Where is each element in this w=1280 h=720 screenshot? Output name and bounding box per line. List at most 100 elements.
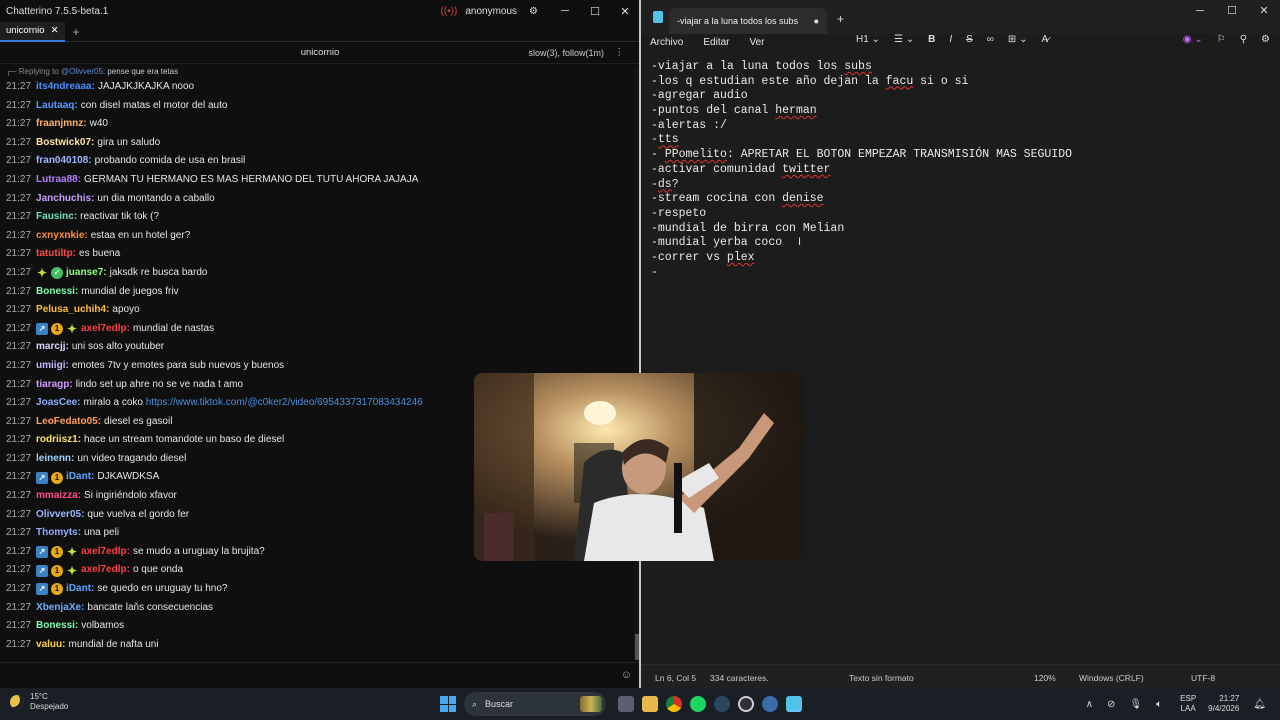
message-username[interactable]: JoasCee:: [36, 394, 80, 413]
unsaved-dot-icon[interactable]: ●: [814, 16, 819, 26]
message-username[interactable]: umiigi:: [36, 357, 69, 376]
arrow-badge-icon[interactable]: ↗: [36, 546, 49, 559]
minimize-button[interactable]: ─: [550, 5, 580, 17]
np-close-button[interactable]: ✕: [1248, 0, 1280, 22]
message-username[interactable]: rodriisz1:: [36, 431, 81, 450]
chat-message[interactable]: 21:27 ↗ 1 ✦ axel7edlp: mundial de nastas: [6, 320, 634, 339]
tab-unicornio[interactable]: unicornio ✕: [0, 21, 65, 42]
message-username[interactable]: Bonessi:: [36, 283, 78, 302]
chat-message[interactable]: 21:27 ✦ ✓ juanse7: jaksdk re busca bardo: [6, 264, 634, 283]
star-badge-icon[interactable]: ✦: [66, 546, 78, 558]
account-name[interactable]: anonymous: [465, 6, 517, 17]
editor-line[interactable]: -ds?: [651, 178, 1270, 193]
language-indicator[interactable]: ESP LAA: [1180, 694, 1196, 714]
np-settings-icon[interactable]: ⚙: [1261, 34, 1270, 45]
chat-input[interactable]: ☺: [0, 662, 640, 688]
bold-icon[interactable]: B: [928, 34, 935, 45]
editor-line[interactable]: -tts: [651, 133, 1270, 148]
message-username[interactable]: tiaragp:: [36, 376, 73, 395]
np-minimize-button[interactable]: ─: [1184, 0, 1216, 22]
channel-name[interactable]: unicornio: [301, 47, 340, 58]
chat-message[interactable]: 21:27 ↗ 1 ✦ axel7edlp: o que onda: [6, 561, 634, 580]
message-username[interactable]: marcjj:: [36, 338, 69, 357]
list-icon[interactable]: ☰ ⌄: [894, 34, 914, 45]
chat-message[interactable]: 21:27 XbenjaXe: bancate laňs consecuencias: [6, 599, 634, 618]
line-ending[interactable]: Windows (CRLF): [1079, 673, 1144, 683]
star-badge-icon[interactable]: ✦: [36, 267, 48, 279]
editor-line[interactable]: -agregar audio: [651, 89, 1270, 104]
start-windows-icon[interactable]: [440, 696, 456, 712]
maximize-button[interactable]: ☐: [580, 5, 610, 18]
chat-message[interactable]: 21:27 Lutraa88: GERMAN TU HERMANO ES MAS H…: [6, 171, 634, 190]
obs-icon[interactable]: [738, 696, 754, 712]
emote-picker-icon[interactable]: ☺: [621, 669, 632, 681]
chat-message[interactable]: 21:27 ↗ 1 iDant: se quedo en uruguay tu hno?: [6, 580, 634, 599]
tray-chevron-icon[interactable]: ∧: [1086, 699, 1093, 710]
chat-message[interactable]: 21:27 its4ndreaaa: JAJAJKJKAJKA nooo: [6, 78, 634, 97]
megaphone-icon[interactable]: ⚐: [1217, 34, 1226, 45]
clear-format-icon[interactable]: A̷: [1041, 34, 1048, 45]
arrow-badge-icon[interactable]: ↗: [36, 583, 49, 596]
chat-message[interactable]: 21:27 Bostwick07: gira un saludo: [6, 134, 634, 153]
message-username[interactable]: Bostwick07:: [36, 134, 94, 153]
editor-line[interactable]: -puntos del canal herman: [651, 104, 1270, 119]
chat-message[interactable]: 21:27 valuu: mundial de nafta uni: [6, 636, 634, 655]
taskbar-clock[interactable]: 21:27 9/4/2026: [1208, 694, 1239, 714]
message-username[interactable]: axel7edlp:: [81, 561, 130, 580]
live-indicator-icon[interactable]: ((•)): [441, 6, 458, 17]
message-username[interactable]: Bonessi:: [36, 617, 78, 636]
star-badge-icon[interactable]: ✦: [66, 565, 78, 577]
volume-icon[interactable]: 🔈︎: [1156, 699, 1162, 710]
message-username[interactable]: XbenjaXe:: [36, 599, 84, 618]
notifications-bell-icon[interactable]: 🔔︎: [1253, 699, 1266, 710]
message-username[interactable]: LeoFedato05:: [36, 413, 101, 432]
editor-line[interactable]: -mundial yerba coco: [651, 236, 1270, 251]
star-badge-icon[interactable]: ✦: [66, 323, 78, 335]
message-link[interactable]: https://www.tiktok.com/@c0ker2/video/695…: [146, 394, 423, 413]
zoom-level[interactable]: 120%: [1034, 673, 1056, 683]
message-username[interactable]: iDant:: [66, 580, 94, 599]
menu-editar[interactable]: Editar: [703, 37, 729, 48]
message-username[interactable]: Janchuchis:: [36, 190, 94, 209]
chat-message[interactable]: 21:27 Bonessi: mundial de juegos friv: [6, 283, 634, 302]
message-username[interactable]: iDant:: [66, 468, 94, 487]
message-username[interactable]: cxnyxnkie:: [36, 227, 88, 246]
microphone-icon[interactable]: 🎙︎: [1129, 699, 1142, 710]
weather-widget[interactable]: 15°C Despejado: [10, 692, 68, 712]
chat-message[interactable]: 21:27 Janchuchis: un dia montando a caball…: [6, 190, 634, 209]
menu-archivo[interactable]: Archivo: [650, 37, 683, 48]
editor-line[interactable]: -correr vs plex: [651, 251, 1270, 266]
editor-line[interactable]: -respeto: [651, 207, 1270, 222]
verif-badge-icon[interactable]: ✓: [51, 267, 64, 280]
editor-line[interactable]: -mundial de birra con Melian: [651, 222, 1270, 237]
chat-message[interactable]: 21:27 marcjj: uni sos alto youtuber: [6, 338, 634, 357]
one-badge-icon[interactable]: 1: [51, 471, 64, 484]
chat-message[interactable]: 21:27 Fausinc: reactivar tik tok (?: [6, 208, 634, 227]
message-username[interactable]: Lutraa88:: [36, 171, 81, 190]
steam-icon[interactable]: [714, 696, 730, 712]
message-username[interactable]: Pelusa_uchih4:: [36, 301, 109, 320]
network-off-icon[interactable]: ⊘: [1107, 699, 1115, 710]
close-button[interactable]: ✕: [610, 5, 640, 18]
link-icon[interactable]: ∞: [987, 34, 994, 45]
chat-message[interactable]: 21:27 fran040108: probando comida de usa e…: [6, 152, 634, 171]
message-username[interactable]: Olivver05:: [36, 506, 84, 525]
one-badge-icon[interactable]: 1: [51, 583, 64, 596]
message-username[interactable]: juanse7:: [66, 264, 107, 283]
editor-line[interactable]: -viajar a la luna todos los subs: [651, 60, 1270, 75]
one-badge-icon[interactable]: 1: [51, 546, 64, 559]
taskbar-search[interactable]: ⌕ Buscar: [464, 692, 606, 716]
message-username[interactable]: valuu:: [36, 636, 65, 655]
chat-message[interactable]: 21:27 Lautaaq: con disel matas el motor de…: [6, 97, 634, 116]
menu-ver[interactable]: Ver: [749, 37, 764, 48]
message-username[interactable]: leinenn:: [36, 450, 74, 469]
editor-line[interactable]: -stream cocina con denise: [651, 192, 1270, 207]
message-username[interactable]: mmaizza:: [36, 487, 81, 506]
chatterino-taskbar-icon[interactable]: [762, 696, 778, 712]
task-view-icon[interactable]: [618, 696, 634, 712]
chat-message[interactable]: 21:27 Pelusa_uchih4: apoyo: [6, 301, 634, 320]
editor-line[interactable]: -los q estudian este año dejan la facu s…: [651, 75, 1270, 90]
spotify-icon[interactable]: [690, 696, 706, 712]
add-tab-button[interactable]: +: [73, 25, 80, 39]
heading-button[interactable]: H1 ⌄: [856, 34, 880, 45]
